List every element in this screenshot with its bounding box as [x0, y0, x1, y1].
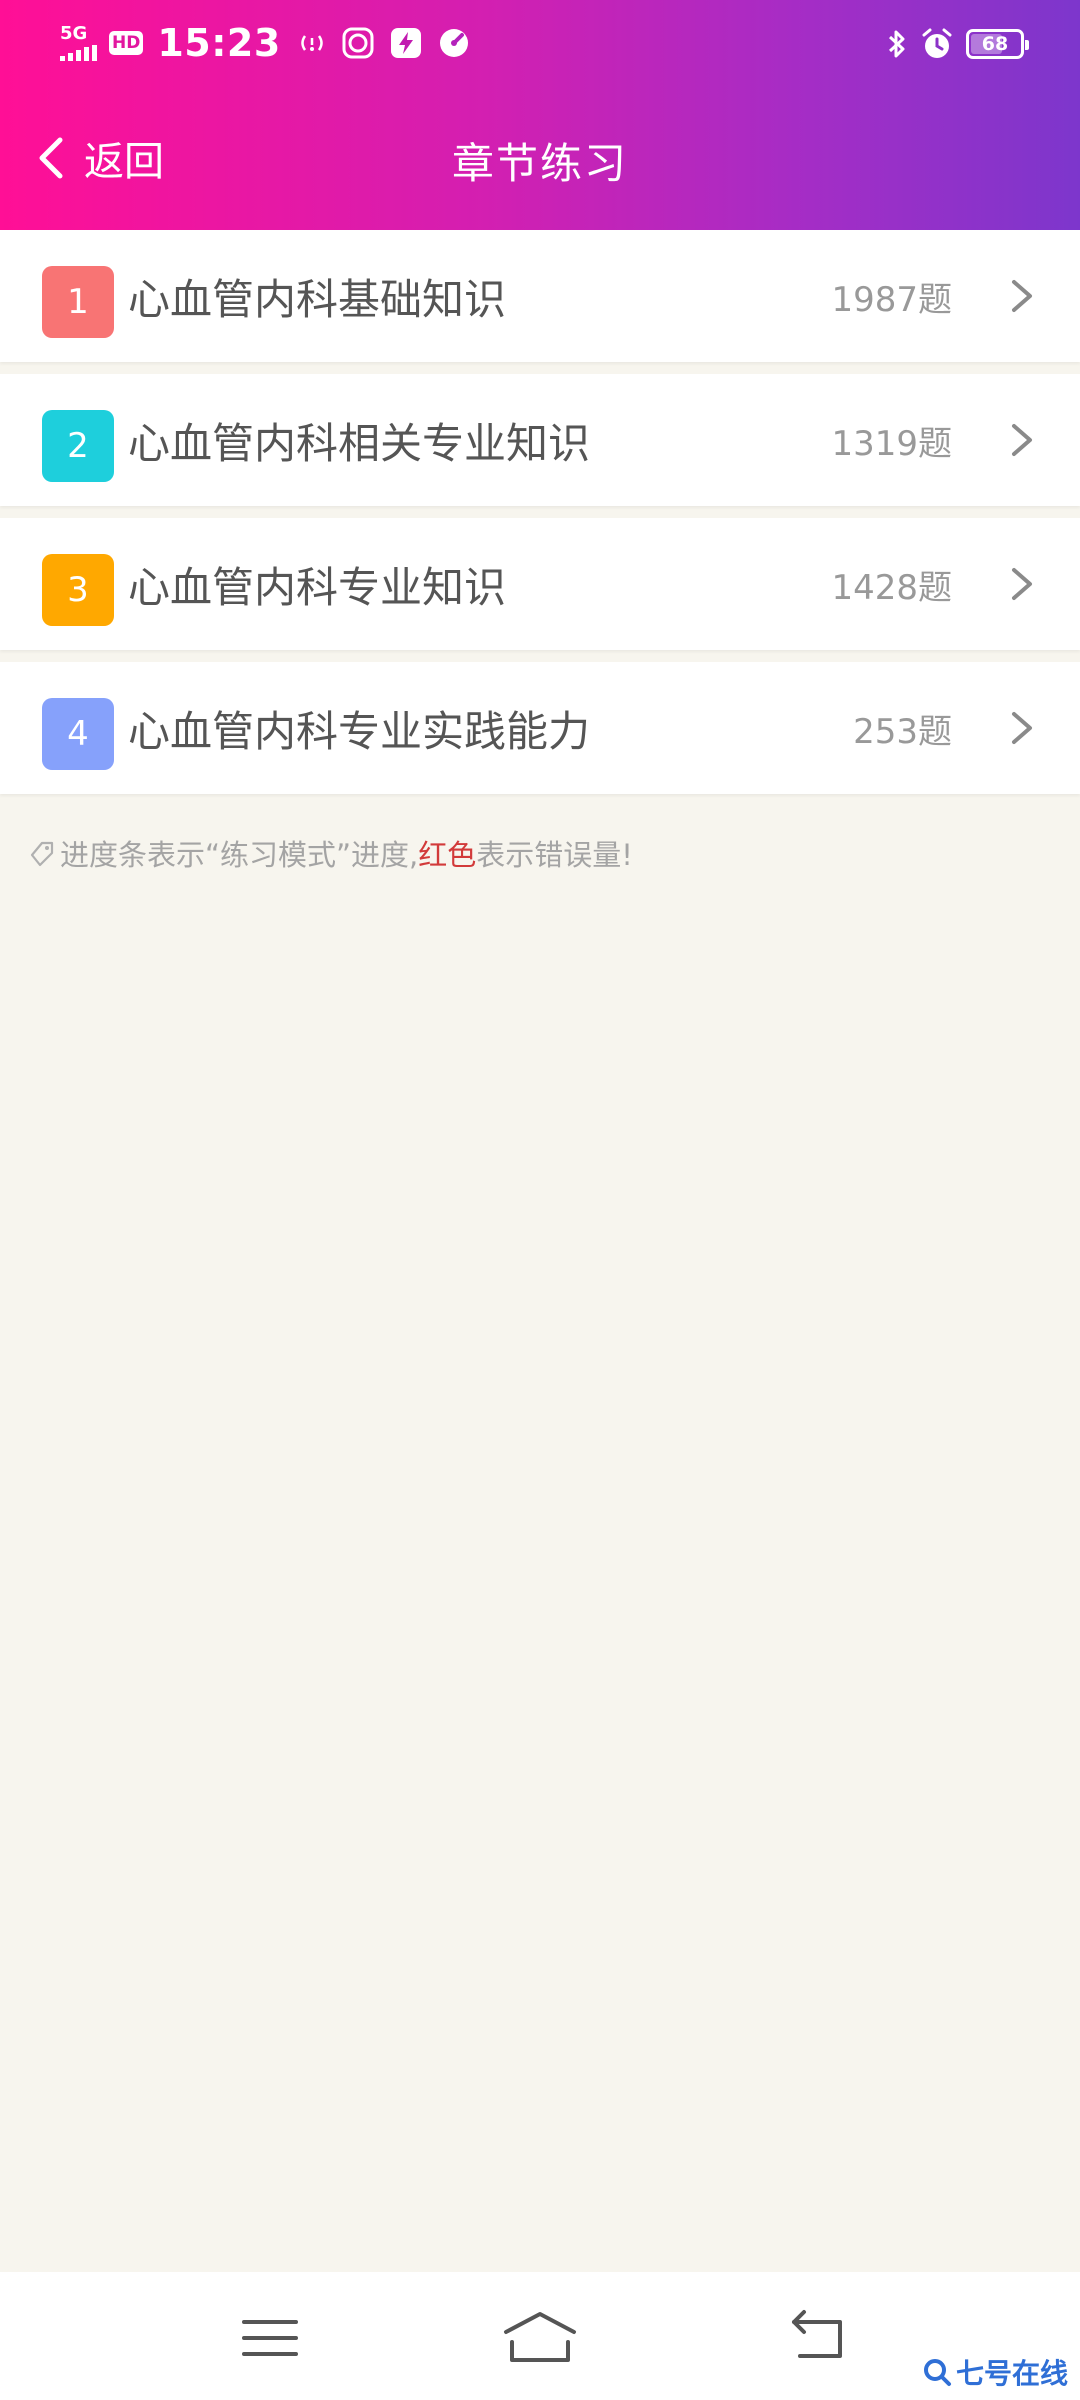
chapter-number-badge: 4: [42, 698, 114, 770]
watermark: 七号在线: [922, 2352, 1068, 2392]
chevron-right-icon: [1012, 280, 1032, 312]
speed-icon: [439, 29, 468, 57]
status-right: 68: [886, 22, 1029, 66]
chapter-item-1[interactable]: 1 心血管内科基础知识 1987题: [0, 230, 1080, 362]
tag-icon: [30, 841, 54, 867]
network-type: 5G: [60, 23, 88, 44]
battery-icon: 68: [966, 29, 1029, 59]
back-nav-icon[interactable]: [790, 2308, 854, 2368]
signal-icon: 5G: [60, 25, 97, 61]
chapter-title: 心血管内科专业知识: [128, 562, 507, 612]
chapter-list: 1 心血管内科基础知识 1987题 2 心血管内科相关专业知识 1319题 3 …: [0, 230, 1080, 794]
hint-text-end: 表示错误量!: [476, 838, 633, 872]
chapter-title: 心血管内科基础知识: [128, 274, 507, 324]
status-bar: 5G HD 15:23 68: [0, 0, 1080, 86]
status-left: 5G HD 15:23: [60, 18, 471, 68]
status-time: 15:23: [157, 21, 281, 65]
menu-icon[interactable]: [238, 2308, 302, 2368]
hint-red-text: 红色: [418, 838, 477, 872]
wifi-calling-icon: [301, 35, 323, 51]
chapter-title: 心血管内科相关专业知识: [128, 418, 591, 468]
system-nav-bar: [0, 2272, 1080, 2400]
chapter-item-3[interactable]: 3 心血管内科专业知识 1428题: [0, 518, 1080, 650]
question-count: 1987题: [831, 279, 952, 320]
question-count: 253题: [853, 711, 952, 752]
chapter-item-4[interactable]: 4 心血管内科专业实践能力 253题: [0, 662, 1080, 794]
battery-level: 68: [981, 33, 1009, 55]
bluetooth-icon: [888, 30, 905, 58]
chevron-right-icon: [1012, 424, 1032, 456]
app-header: 5G HD 15:23 68 返回 章节练习: [0, 0, 1080, 230]
face-icon: [342, 27, 374, 59]
question-count: 1319题: [831, 423, 952, 464]
chapter-number-badge: 1: [42, 266, 114, 338]
alarm-icon: [922, 28, 952, 58]
question-count: 1428题: [831, 567, 952, 608]
home-icon[interactable]: [500, 2308, 580, 2368]
hint-text: 进度条表示“练习模式”进度,: [60, 838, 419, 872]
nav-bar: 返回 章节练习: [0, 100, 1080, 220]
chapter-item-2[interactable]: 2 心血管内科相关专业知识 1319题: [0, 374, 1080, 506]
chevron-right-icon: [1012, 568, 1032, 600]
search-icon: [923, 2359, 951, 2386]
watermark-text: 七号在线: [955, 2357, 1068, 2390]
hd-badge: HD: [109, 31, 144, 55]
chapter-number-badge: 3: [42, 554, 114, 626]
chevron-right-icon: [1012, 712, 1032, 744]
chapter-title: 心血管内科专业实践能力: [128, 706, 591, 756]
page-title: 章节练习: [451, 139, 628, 188]
chapter-number-badge: 2: [42, 410, 114, 482]
progress-hint: 进度条表示“练习模式”进度, 红色 表示错误量!: [28, 828, 633, 878]
flash-icon: [390, 28, 421, 58]
